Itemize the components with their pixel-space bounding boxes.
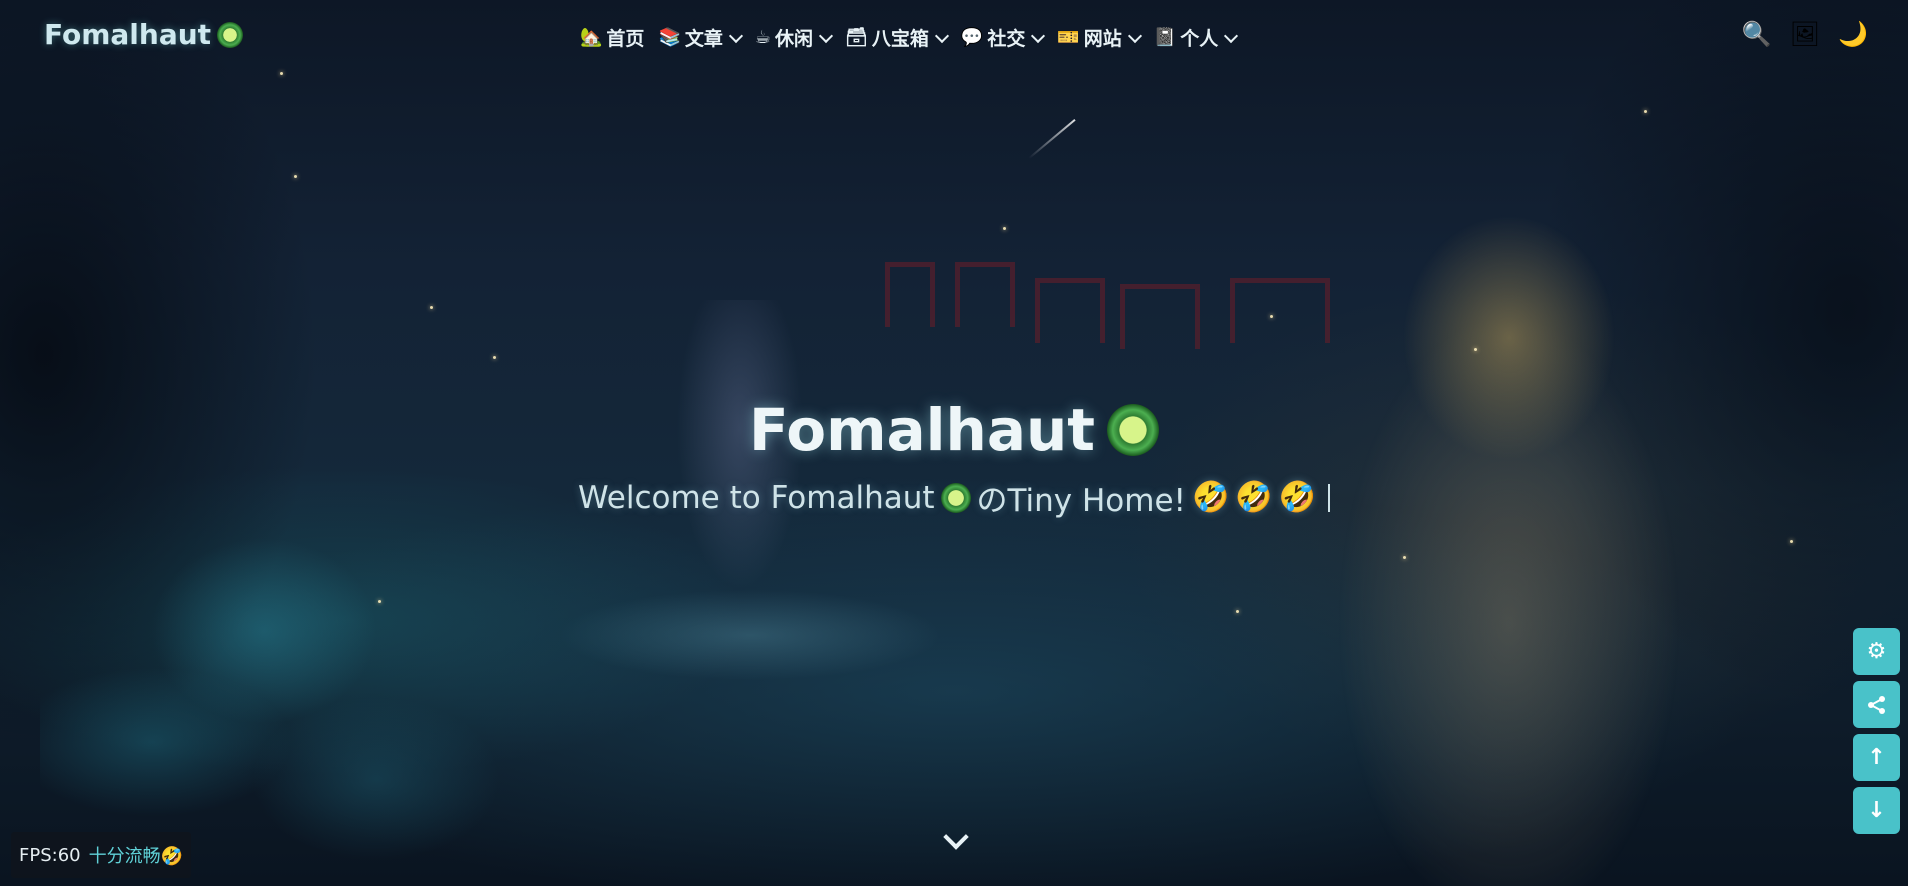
star	[493, 356, 496, 359]
menu-item-social[interactable]: 💬 社交	[959, 22, 1046, 53]
star	[294, 175, 297, 178]
menu-item-label: 首页	[606, 28, 645, 50]
star	[378, 600, 381, 603]
hero-title: Fomalhaut	[0, 396, 1908, 464]
chevron-down-icon	[1224, 28, 1239, 43]
chat-icon: 💬	[960, 26, 984, 48]
menu-item-home[interactable]: 🏡 首页	[578, 22, 646, 53]
chevron-down-icon	[818, 28, 834, 43]
star	[1790, 540, 1793, 543]
scroll-down-button[interactable]	[941, 824, 971, 857]
shooting-star	[1028, 118, 1076, 160]
menu-item-personal[interactable]: 📓 个人	[1152, 22, 1239, 53]
menu-item-articles[interactable]: 📚 文章	[656, 22, 743, 53]
menu-item-toolbox[interactable]: 🗃 八宝箱	[843, 22, 949, 53]
menu-item-site[interactable]: 🎫 网站	[1055, 22, 1142, 53]
house-icon: 🏡	[580, 26, 603, 48]
menu-item-label: 休闲	[775, 28, 814, 50]
fps-status-text: 十分流畅	[88, 846, 161, 867]
fps-value: FPS:60	[19, 844, 81, 866]
star	[1403, 556, 1406, 559]
star	[1270, 315, 1273, 318]
star	[430, 306, 433, 309]
page-background: Fomalhaut 🏡 首页 📚 文章 ☕ 休闲 🗃 八宝箱 💬 社交 🎫 网站…	[0, 0, 1908, 886]
top-navbar: Fomalhaut 🏡 首页 📚 文章 ☕ 休闲 🗃 八宝箱 💬 社交 🎫 网站…	[0, 0, 1908, 74]
kiwi-fruit-icon	[940, 482, 971, 513]
star	[1003, 227, 1006, 230]
share-icon	[1867, 695, 1885, 714]
chevron-down-icon	[728, 28, 743, 43]
chevron-down-icon	[943, 824, 969, 850]
scroll-top-button[interactable]: ↑	[1853, 734, 1900, 781]
background-torii	[885, 262, 935, 327]
kiwi-fruit-icon	[1107, 404, 1160, 456]
header-tools: 🔍 🖼 🌙	[1742, 22, 1868, 46]
notebook-icon: 📓	[1153, 26, 1177, 48]
rofl-emoji-icon: 🤣	[160, 846, 184, 867]
rofl-emoji-icon: 🤣	[1191, 480, 1230, 515]
menu-item-label: 文章	[684, 28, 723, 50]
star	[1644, 110, 1647, 113]
gear-icon: ⚙	[1866, 639, 1887, 664]
fps-status: 十分流畅🤣	[89, 842, 183, 868]
star	[1236, 610, 1239, 613]
menu-item-label: 八宝箱	[871, 28, 929, 50]
typing-cursor	[1328, 483, 1331, 512]
background-torii	[1230, 278, 1330, 343]
hero-title-text: Fomalhaut	[748, 396, 1096, 464]
main-menu: 🏡 首页 📚 文章 ☕ 休闲 🗃 八宝箱 💬 社交 🎫 网站 📓 个人	[578, 22, 1239, 53]
site-name[interactable]: Fomalhaut	[44, 18, 211, 51]
wallpaper-icon[interactable]: 🖼	[1790, 22, 1820, 46]
arrow-up-icon: ↑	[1867, 745, 1886, 770]
rofl-emoji-icon: 🤣	[1235, 480, 1273, 515]
chevron-down-icon	[934, 28, 949, 43]
background-figure-right	[1300, 215, 1680, 886]
scroll-bottom-button[interactable]: ↓	[1853, 787, 1900, 834]
menu-item-leisure[interactable]: ☕ 休闲	[753, 22, 834, 53]
subtitle-suffix: のTiny Home!	[976, 483, 1186, 519]
site-brand[interactable]: Fomalhaut	[44, 18, 244, 51]
subtitle-prefix: Welcome to Fomalhaut	[577, 479, 935, 516]
background-torii	[955, 262, 1015, 327]
books-icon: 📚	[658, 26, 681, 48]
ticket-icon: 🎫	[1057, 26, 1080, 48]
share-button[interactable]	[1853, 681, 1900, 728]
hero-subtitle: Welcome to Fomalhaut のTiny Home! 🤣 🤣 🤣	[0, 475, 1908, 520]
menu-item-label: 社交	[987, 28, 1026, 50]
rofl-emoji-icon: 🤣	[1278, 480, 1317, 515]
background-torii	[1035, 278, 1105, 343]
kiwi-fruit-icon	[217, 21, 244, 48]
box-icon: 🗃	[845, 26, 868, 48]
menu-item-label: 个人	[1180, 28, 1219, 50]
floating-buttons: ⚙ ↑ ↓	[1853, 628, 1900, 834]
search-icon[interactable]: 🔍	[1742, 22, 1772, 46]
coffee-icon: ☕	[754, 26, 772, 48]
settings-button[interactable]: ⚙	[1853, 628, 1900, 675]
menu-item-label: 网站	[1083, 28, 1122, 50]
fps-indicator: FPS:60 十分流畅🤣	[11, 832, 192, 878]
background-pond-glow	[560, 590, 940, 680]
arrow-down-icon: ↓	[1867, 798, 1886, 823]
chevron-down-icon	[1127, 28, 1142, 43]
chevron-down-icon	[1031, 28, 1046, 43]
star	[1474, 348, 1477, 351]
background-torii	[1120, 284, 1200, 349]
darkmode-toggle-icon[interactable]: 🌙	[1838, 22, 1868, 46]
